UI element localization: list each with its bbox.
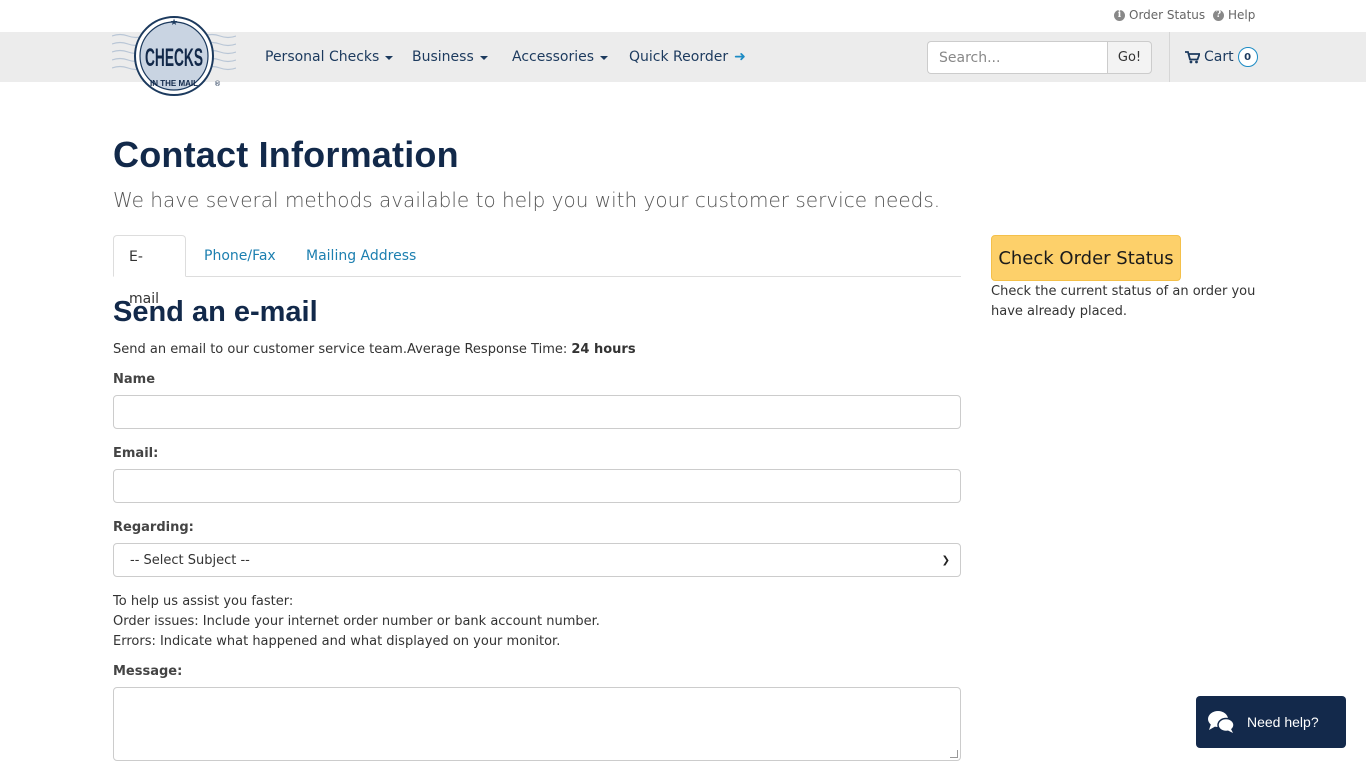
order-status-link[interactable]: i Order Status xyxy=(1114,8,1205,22)
nav-accessories-label: Accessories xyxy=(512,49,595,65)
help-label: Help xyxy=(1228,8,1256,22)
caret-down-icon xyxy=(385,55,394,60)
section-title: Send an e-mail xyxy=(113,296,318,328)
arrow-right-icon: ➜ xyxy=(734,49,746,65)
help-line: Order issues: Include your internet orde… xyxy=(113,614,600,629)
message-textarea[interactable] xyxy=(113,687,961,761)
page-subtitle: We have several methods available to hel… xyxy=(113,188,941,212)
page-title: Contact Information xyxy=(113,134,459,175)
intro-text-main: Send an email to our customer service te… xyxy=(113,342,572,357)
cart-icon xyxy=(1185,50,1200,63)
cart-count-badge: 0 xyxy=(1237,47,1258,67)
resize-grip-icon[interactable] xyxy=(950,750,958,758)
intro-text: Send an email to our customer service te… xyxy=(113,342,636,357)
chat-widget-button[interactable]: Need help? xyxy=(1196,696,1346,748)
nav-quick-reorder-label: Quick Reorder xyxy=(629,49,729,65)
nav-personal-checks-label: Personal Checks xyxy=(265,49,380,65)
search-input[interactable] xyxy=(927,41,1107,74)
email-field[interactable] xyxy=(113,469,961,503)
order-status-description: Check the current status of an order you… xyxy=(991,284,1256,319)
chat-bubbles-icon xyxy=(1208,711,1235,733)
nav-business[interactable]: Business xyxy=(412,49,488,65)
nav-personal-checks[interactable]: Personal Checks xyxy=(265,49,394,65)
email-label: Email: xyxy=(113,446,159,461)
chevron-down-icon: ❯ xyxy=(941,554,950,566)
check-order-status-button[interactable]: Check Order Status xyxy=(991,235,1181,281)
nav-accessories[interactable]: Accessories xyxy=(512,49,609,65)
name-label: Name xyxy=(113,372,156,387)
nav-divider xyxy=(1169,32,1170,82)
name-field[interactable] xyxy=(113,395,961,429)
tab-mailing-address[interactable]: Mailing Address xyxy=(291,235,431,277)
cart-label: Cart xyxy=(1204,49,1234,65)
cart-link[interactable]: Cart 0 xyxy=(1185,47,1258,67)
help-line: Errors: Indicate what happened and what … xyxy=(113,634,561,649)
search-form: Go! xyxy=(927,41,1152,74)
message-label: Message: xyxy=(113,664,183,679)
checks-in-the-mail-logo: ★ CHECKS IN THE MAIL ® xyxy=(111,16,237,96)
info-icon: i xyxy=(1114,9,1125,21)
nav-quick-reorder[interactable]: Quick Reorder ➜ xyxy=(629,49,746,65)
tab-phone-fax[interactable]: Phone/Fax xyxy=(189,235,291,277)
site-logo[interactable]: ★ CHECKS IN THE MAIL ® xyxy=(111,14,237,98)
contact-tabs: E-mail Phone/Fax Mailing Address xyxy=(113,235,961,307)
search-button[interactable]: Go! xyxy=(1107,41,1152,74)
chat-label: Need help? xyxy=(1247,714,1319,730)
help-link[interactable]: ? Help xyxy=(1213,8,1255,22)
regarding-label: Regarding: xyxy=(113,520,194,535)
help-line: To help us assist you faster: xyxy=(113,594,294,609)
logo-wordmark: CHECKS xyxy=(145,44,203,72)
logo-registered-mark: ® xyxy=(214,80,221,88)
tab-email[interactable]: E-mail xyxy=(113,235,186,307)
logo-tagline: IN THE MAIL xyxy=(150,79,198,88)
order-status-label: Order Status xyxy=(1129,8,1206,22)
caret-down-icon xyxy=(600,55,609,60)
help-text: To help us assist you faster: Order issu… xyxy=(113,592,600,652)
response-time: 24 hours xyxy=(571,342,636,357)
subject-select-value: -- Select Subject -- xyxy=(130,552,250,568)
svg-text:★: ★ xyxy=(170,18,178,28)
question-icon: ? xyxy=(1213,9,1224,21)
subject-select[interactable]: -- Select Subject -- ❯ xyxy=(113,543,961,577)
nav-business-label: Business xyxy=(412,49,474,65)
caret-down-icon xyxy=(479,55,488,60)
